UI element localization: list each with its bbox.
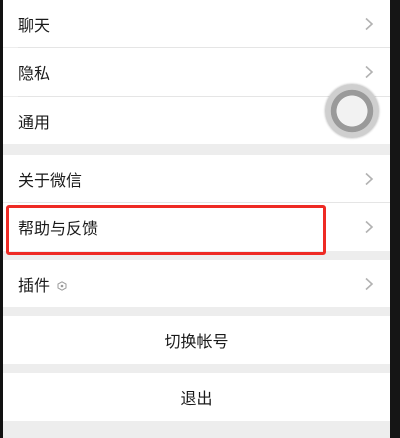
settings-item-label: 隐私: [18, 64, 51, 83]
settings-item-chat[interactable]: 聊天: [3, 0, 390, 47]
device-frame-right: [390, 0, 400, 438]
chevron-right-icon: [365, 65, 374, 79]
chevron-right-icon: [365, 172, 374, 185]
settings-item-privacy[interactable]: 隐私: [3, 48, 390, 96]
chevron-right-icon: [365, 17, 374, 30]
chevron-right-icon: [365, 220, 374, 234]
logout-label: 退出: [180, 389, 213, 408]
settings-item-label: 插件: [18, 272, 67, 296]
assistive-touch-icon[interactable]: [325, 84, 379, 138]
settings-item-plugins[interactable]: 插件: [3, 260, 390, 307]
settings-item-label: 聊天: [18, 15, 51, 35]
plugin-label-text: 插件: [18, 275, 51, 295]
chevron-right-icon: [365, 277, 374, 290]
device-frame-left: [0, 0, 3, 438]
settings-item-about[interactable]: 关于微信: [3, 155, 390, 202]
highlight-box: [6, 205, 326, 255]
settings-item-label: 关于微信: [18, 170, 83, 190]
switch-account-button[interactable]: 切换帐号: [3, 316, 390, 364]
switch-account-label: 切换帐号: [164, 332, 229, 351]
logout-button[interactable]: 退出: [3, 373, 390, 421]
hexagon-icon: [57, 281, 67, 291]
settings-item-label: 通用: [18, 112, 51, 132]
